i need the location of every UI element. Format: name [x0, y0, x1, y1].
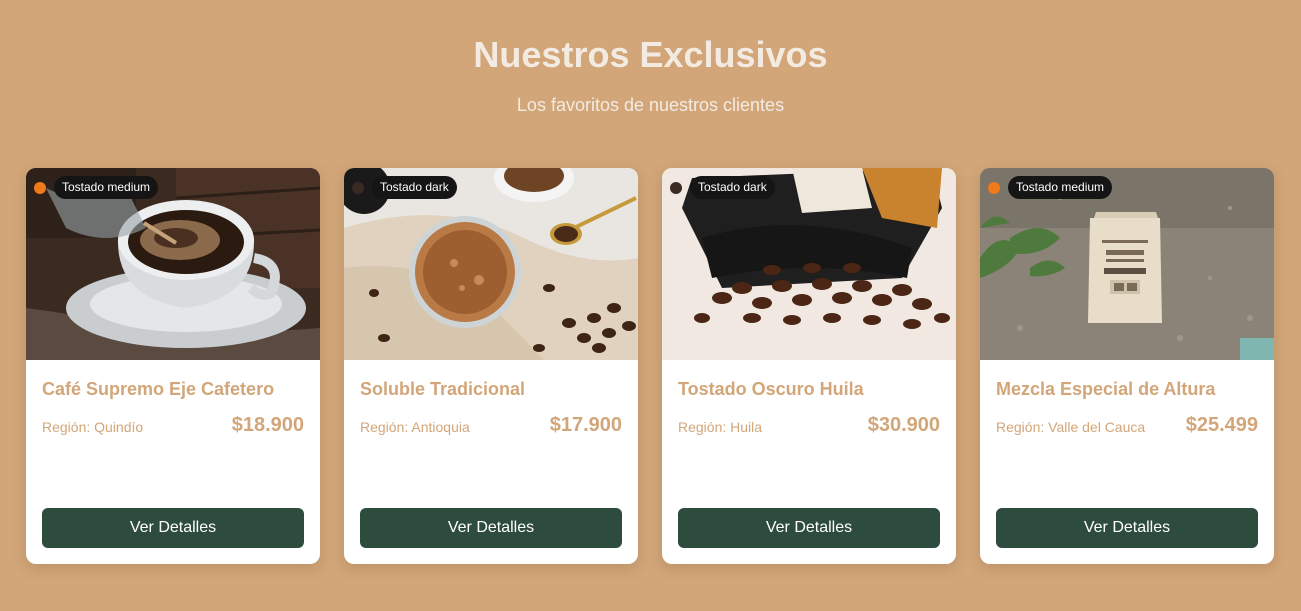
product-price: $30.900 — [867, 414, 940, 436]
roast-dot-icon — [34, 181, 46, 194]
product-image-instant-coffee: Tostado dark — [344, 168, 638, 360]
product-name: Soluble Tradicional — [360, 379, 526, 399]
product-card: Tostado medium Mezcla Especial de Altura… — [980, 168, 1274, 564]
product-price: $17.900 — [549, 414, 622, 436]
roast-badge: Tostado medium — [988, 176, 1113, 199]
product-image-coffee-bag-ground: Tostado medium — [980, 168, 1274, 360]
roast-label: Tostado dark — [372, 176, 457, 199]
product-image-coffee-beans-bag: Tostado dark — [662, 168, 956, 360]
product-region: Región: Quindío — [42, 419, 144, 435]
roast-label: Tostado dark — [690, 176, 775, 199]
roast-dot-icon — [988, 181, 1000, 194]
roast-dot-icon — [352, 181, 364, 194]
section-title: Nuestros Exclusivos — [473, 34, 828, 75]
product-name: Mezcla Especial de Altura — [996, 379, 1216, 399]
view-details-button[interactable]: Ver Detalles — [678, 508, 940, 548]
roast-badge: Tostado dark — [352, 176, 457, 199]
product-price: $25.499 — [1185, 414, 1258, 436]
product-price: $18.900 — [231, 414, 304, 436]
view-details-button[interactable]: Ver Detalles — [42, 508, 304, 548]
product-region: Región: Huila — [678, 419, 763, 435]
roast-badge: Tostado dark — [670, 176, 775, 199]
product-region: Región: Antioquia — [360, 419, 470, 435]
product-card: Tostado dark Soluble Tradicional Región:… — [344, 168, 638, 564]
roast-dot-icon — [670, 181, 682, 194]
roast-label: Tostado medium — [1008, 176, 1113, 199]
product-name: Café Supremo Eje Cafetero — [42, 379, 275, 399]
view-details-button[interactable]: Ver Detalles — [360, 508, 622, 548]
section-subtitle: Los favoritos de nuestros clientes — [516, 95, 785, 115]
roast-badge: Tostado medium — [34, 176, 159, 199]
roast-label: Tostado medium — [54, 176, 159, 199]
view-details-button[interactable]: Ver Detalles — [996, 508, 1258, 548]
product-card: Tostado dark Tostado Oscuro Huila Región… — [662, 168, 956, 564]
product-card: Tostado medium Café Supremo Eje Cafetero… — [26, 168, 320, 564]
product-region: Región: Valle del Cauca — [996, 419, 1146, 435]
product-name: Tostado Oscuro Huila — [678, 379, 864, 399]
product-image-coffee-cup: Tostado medium — [26, 168, 320, 360]
